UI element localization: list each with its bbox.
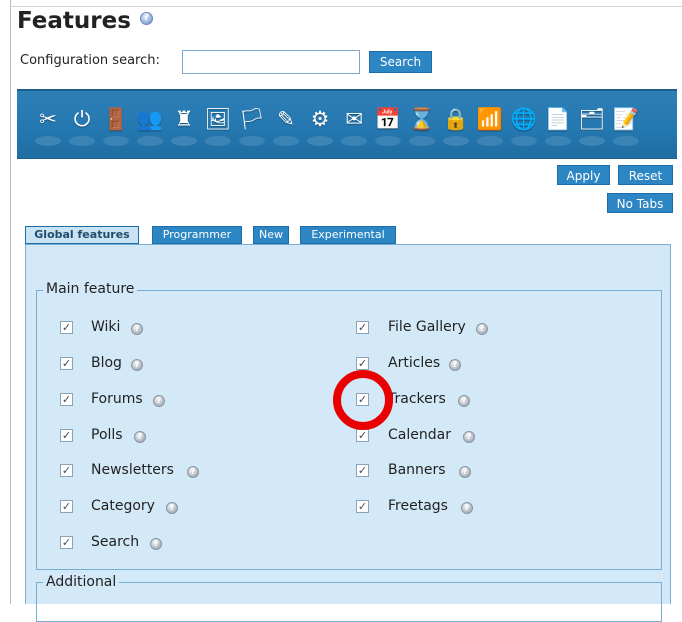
calendar-checkbox[interactable]: ✓: [356, 429, 369, 442]
file-gallery-checkbox[interactable]: ✓: [356, 321, 369, 334]
wiki-label: Wiki: [91, 319, 121, 335]
power-icon[interactable]: ⏻: [67, 104, 97, 146]
forums-help-icon[interactable]: ?: [153, 395, 165, 407]
tab-global-features[interactable]: Global features: [25, 226, 139, 244]
freetags-checkbox[interactable]: ✓: [356, 500, 369, 513]
configuration-search-label: Configuration search:: [20, 53, 160, 68]
search-button[interactable]: Search: [369, 51, 432, 73]
trackers-highlight-circle: [333, 370, 393, 430]
file-gallery-help-icon[interactable]: ?: [476, 323, 488, 335]
main-feature-legend: Main feature: [43, 281, 138, 297]
hourglass-icon[interactable]: ⌛: [407, 104, 437, 146]
security-icon[interactable]: 🔒: [441, 104, 471, 146]
category-help-icon[interactable]: ?: [166, 502, 178, 514]
tab-experimental[interactable]: Experimental: [300, 226, 396, 244]
main-feature-fieldset: [36, 290, 662, 570]
additional-legend: Additional: [43, 574, 120, 590]
trackers-label: Trackers: [388, 391, 446, 407]
newsletters-label: Newsletters: [91, 462, 174, 478]
forums-label: Forums: [91, 391, 143, 407]
search-help-icon[interactable]: ?: [150, 538, 162, 550]
mail-icon[interactable]: ✉: [339, 104, 369, 146]
freetags-label: Freetags: [388, 498, 448, 514]
web-icon[interactable]: 🌐: [509, 104, 539, 146]
reset-button[interactable]: Reset: [618, 165, 673, 185]
help-icon[interactable]: ?: [140, 12, 153, 25]
banners-label: Banners: [388, 462, 446, 478]
look-icon[interactable]: 🖼: [203, 104, 233, 146]
trackers-help-icon[interactable]: ?: [458, 395, 470, 407]
calendar-icon[interactable]: 📅: [373, 104, 403, 146]
tab-new[interactable]: New: [253, 226, 289, 244]
login-icon[interactable]: 🚪: [101, 104, 131, 146]
configuration-search-input[interactable]: [182, 50, 360, 74]
calendar-help-icon[interactable]: ?: [463, 431, 475, 443]
category-label: Category: [91, 498, 155, 514]
newsletters-checkbox[interactable]: ✓: [60, 464, 73, 477]
calendar-label: Calendar: [388, 427, 451, 443]
rss-icon[interactable]: 📶: [475, 104, 505, 146]
category-checkbox[interactable]: ✓: [60, 500, 73, 513]
wiki-help-icon[interactable]: ?: [131, 323, 143, 335]
banners-help-icon[interactable]: ?: [459, 466, 471, 478]
tab-programmer[interactable]: Programmer: [152, 226, 242, 244]
newsletters-help-icon[interactable]: ?: [187, 466, 199, 478]
banners-checkbox[interactable]: ✓: [356, 464, 369, 477]
polls-checkbox[interactable]: ✓: [60, 429, 73, 442]
file-gallery-label: File Gallery: [388, 319, 466, 335]
additional-fieldset: [36, 582, 662, 622]
polls-help-icon[interactable]: ?: [134, 431, 146, 443]
polls-label: Polls: [91, 427, 123, 443]
language-flag-icon[interactable]: 🏳: [237, 104, 267, 146]
articles-checkbox[interactable]: ✓: [356, 357, 369, 370]
modules-icon[interactable]: ⚙: [305, 104, 335, 146]
notepad-icon[interactable]: 📝: [611, 104, 641, 146]
stack-icon[interactable]: 🗂: [577, 104, 607, 146]
no-tabs-button[interactable]: No Tabs: [607, 193, 673, 213]
search-checkbox[interactable]: ✓: [60, 536, 73, 549]
chess-icon[interactable]: ♜: [169, 104, 199, 146]
text-area-icon[interactable]: ✎: [271, 104, 301, 146]
blog-checkbox[interactable]: ✓: [60, 357, 73, 370]
page-frame-top: [10, 6, 682, 7]
search-label: Search: [91, 534, 140, 550]
blog-help-icon[interactable]: ?: [131, 359, 143, 371]
forums-checkbox[interactable]: ✓: [60, 393, 73, 406]
articles-label: Articles: [388, 355, 441, 371]
tools-icon[interactable]: ✂: [33, 104, 63, 146]
wiki-checkbox[interactable]: ✓: [60, 321, 73, 334]
apply-button[interactable]: Apply: [557, 165, 610, 185]
page-title: Features: [17, 8, 131, 34]
blog-label: Blog: [91, 355, 122, 371]
page-frame-left: [10, 0, 11, 604]
users-icon[interactable]: 👥: [135, 104, 165, 146]
feature-toolbar: ✂ ⏻ 🚪 👥 ♜ 🖼 🏳 ✎ ⚙ ✉ 📅 ⌛ 🔒 📶 🌐 📄 🗂 📝: [17, 89, 677, 159]
articles-help-icon[interactable]: ?: [449, 359, 461, 371]
freetags-help-icon[interactable]: ?: [461, 502, 473, 514]
wiki-icon[interactable]: 📄: [543, 104, 573, 146]
